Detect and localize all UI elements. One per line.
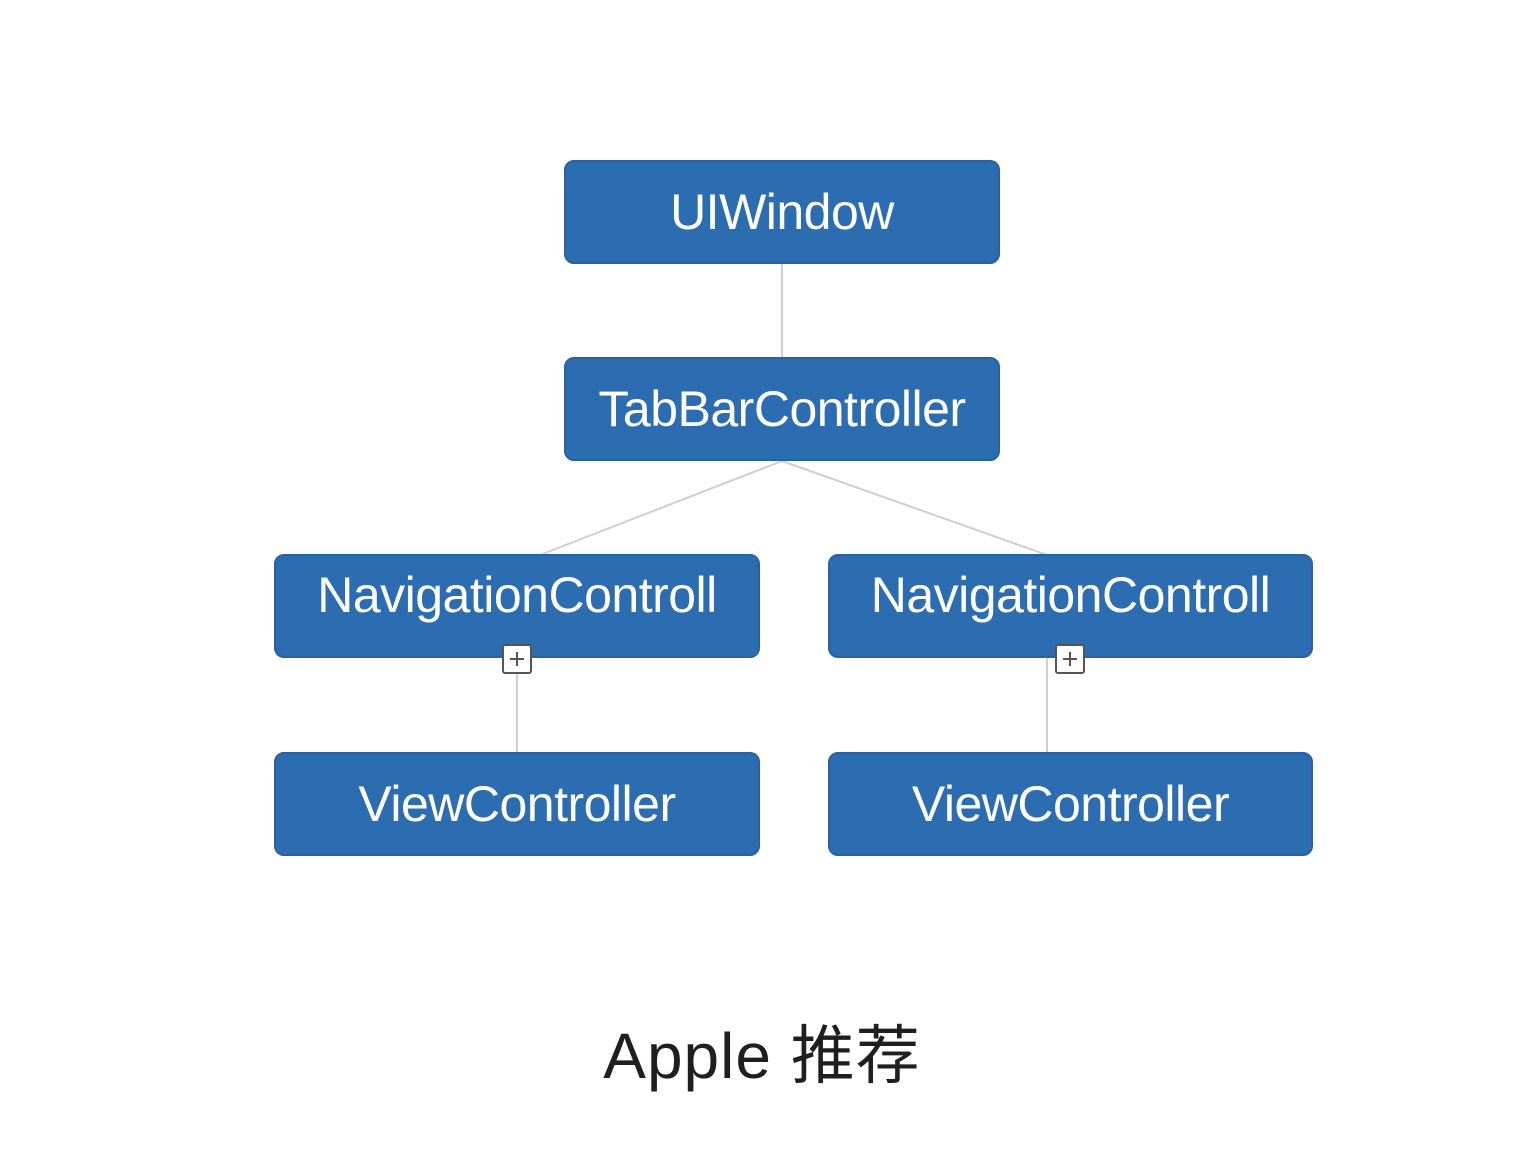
node-viewcontroller-left: ViewController — [274, 752, 760, 856]
node-uiwindow: UIWindow — [564, 160, 1000, 264]
expand-icon-right[interactable] — [1055, 644, 1085, 674]
node-viewcontroller-right-label: ViewController — [911, 775, 1230, 832]
node-uiwindow-label: UIWindow — [670, 183, 894, 240]
expand-icon-left[interactable] — [502, 644, 532, 674]
node-navigationcontroller-left: NavigationControll — [274, 554, 760, 658]
diagram-caption: Apple 推荐 — [603, 1020, 921, 1092]
node-tabbarcontroller: TabBarController — [564, 357, 1000, 461]
node-navigationcontroller-left-label: NavigationControll — [317, 567, 717, 623]
node-viewcontroller-left-label: ViewController — [358, 775, 676, 832]
node-navigationcontroller-right: NavigationControll — [828, 554, 1313, 658]
node-viewcontroller-right: ViewController — [828, 752, 1313, 856]
edge-tabbar-nav-right — [781, 460, 1048, 556]
node-tabbarcontroller-label: TabBarController — [598, 380, 966, 437]
node-navigationcontroller-right-label: NavigationControll — [870, 567, 1271, 623]
hierarchy-diagram: UIWindow TabBarController NavigationCont… — [0, 0, 1524, 1150]
edge-tabbar-nav-left — [539, 460, 783, 556]
